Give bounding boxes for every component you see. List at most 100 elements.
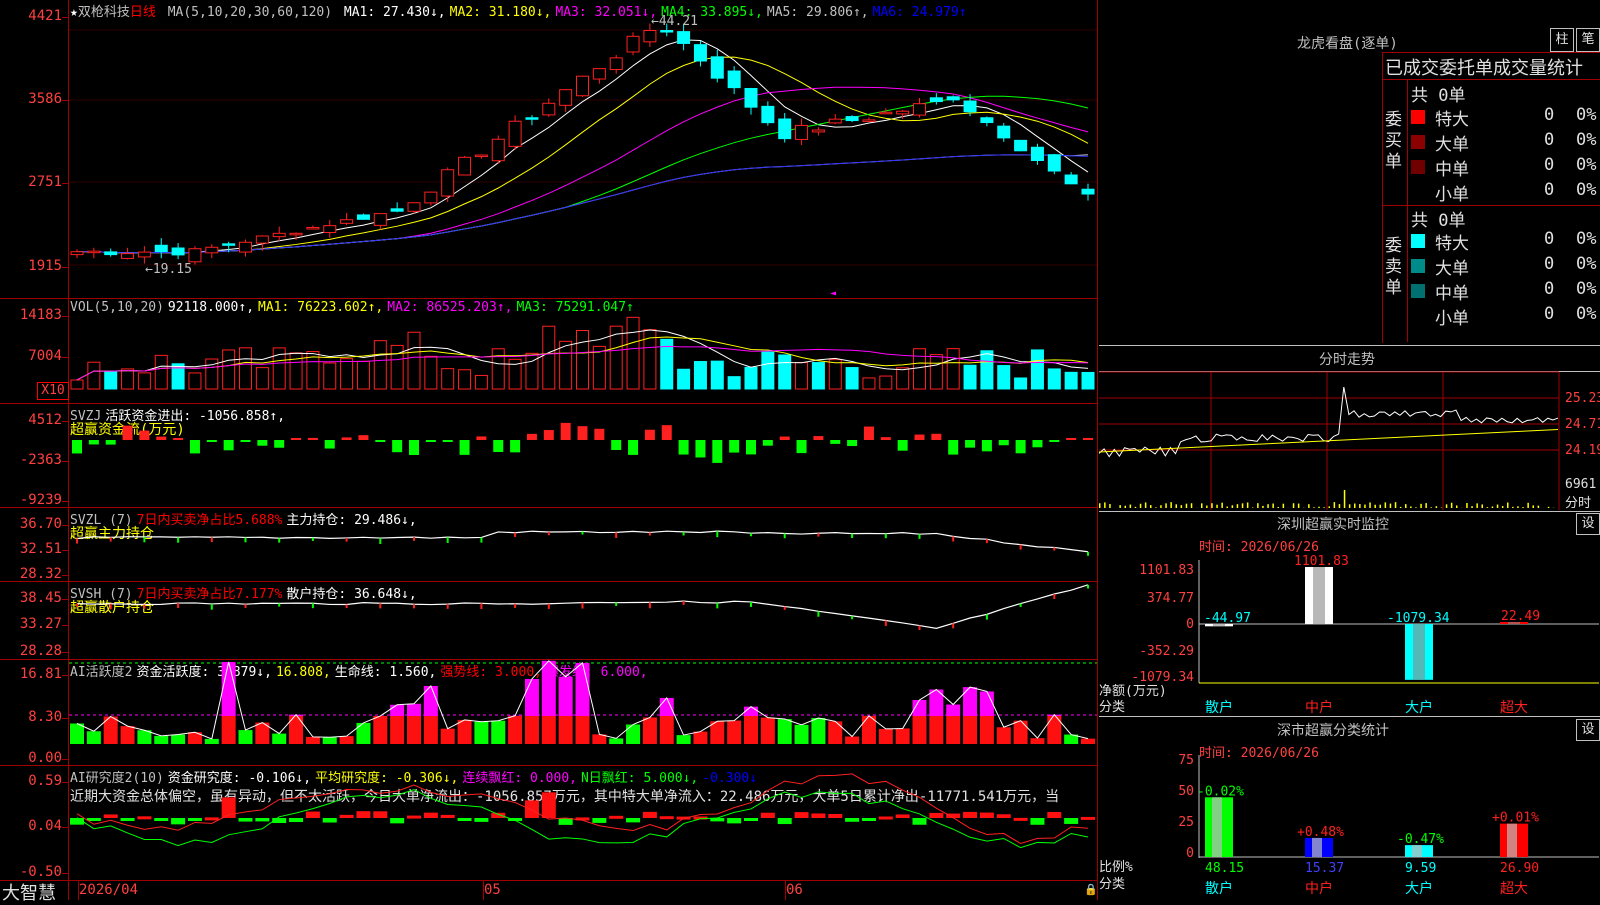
- candle-body: [155, 245, 167, 251]
- ai-bar-red: [660, 716, 674, 744]
- fenshi-vol-bar: [1262, 506, 1264, 508]
- ai-bar-red: [508, 716, 522, 744]
- svzl-chart[interactable]: [69, 508, 1097, 581]
- candle-body: [880, 112, 892, 114]
- buy-row-pct-3: 0%: [1576, 180, 1596, 200]
- vol-y-tickmark-0: [62, 316, 68, 317]
- fenshi-vol-bar: [1374, 505, 1376, 508]
- volume-bar: [829, 360, 841, 389]
- column-view-button[interactable]: 柱: [1550, 28, 1574, 52]
- svzj-bar: [915, 435, 925, 440]
- volume-bar: [964, 365, 976, 389]
- stat-category-1: 中户: [1305, 880, 1333, 897]
- chart-area[interactable]: ★双枪科技日线 MA(5,10,20,30,60,120) MA1: 27.43…: [0, 0, 1098, 900]
- buy-row-pct-0: 0%: [1576, 105, 1596, 125]
- ai-bar-red: [542, 716, 556, 744]
- ma-line-60: [77, 155, 1088, 253]
- svzj-bar: [729, 440, 739, 453]
- fenshi-vol-bar: [1272, 504, 1274, 508]
- svzj-chart[interactable]: [69, 404, 1097, 507]
- candle-body: [560, 90, 572, 106]
- svzj-bar: [780, 437, 790, 440]
- svzj-bar: [173, 438, 183, 440]
- monitor-tick-2: 0: [1186, 617, 1194, 632]
- fenshi-price-line: [1099, 387, 1558, 457]
- ai-bar: [896, 728, 910, 744]
- fenshi-vol-bar: [1497, 505, 1499, 508]
- ai-bar: [879, 729, 893, 744]
- candle-body: [240, 242, 252, 252]
- research-bar: [542, 792, 556, 818]
- fenshi-vol-bar: [1201, 503, 1203, 508]
- ai-active-chart[interactable]: [69, 660, 1097, 765]
- fenshi-vol-bar: [1135, 507, 1137, 508]
- svzj-bar: [948, 440, 958, 455]
- monitor-tick-0: 1101.83: [1139, 563, 1194, 578]
- fenshi-vol-bar: [1431, 507, 1433, 508]
- candle-body: [981, 118, 993, 123]
- monitor-bar-chart[interactable]: 1101.83374.770-352.29-1079.34-44.97散户110…: [1099, 555, 1600, 715]
- ai-y-tick-2: 0.00: [0, 750, 62, 766]
- lock-icon[interactable]: 🔒: [1084, 883, 1098, 896]
- volume-bar: [627, 317, 639, 389]
- monitor-value-0: -44.97: [1204, 611, 1251, 626]
- volume-bar: [374, 341, 386, 389]
- svsh-line-tick: [447, 604, 449, 609]
- svsh-chart[interactable]: [69, 582, 1097, 659]
- research-bar: [845, 818, 859, 822]
- sell-row-name-0: 特大: [1435, 229, 1469, 254]
- stat-settings-button[interactable]: 设: [1576, 719, 1600, 741]
- candle-body: [644, 31, 656, 42]
- ai-research-chart[interactable]: [69, 766, 1097, 880]
- fenshi-vol-bar: [1232, 505, 1234, 508]
- ai-bar: [845, 737, 859, 744]
- tick-view-button[interactable]: 笔: [1576, 28, 1600, 52]
- volume-bar: [357, 361, 369, 389]
- max-price-label: ←44.21: [651, 14, 698, 29]
- main-y-tickmark-1: [62, 100, 68, 101]
- candle-body: [745, 88, 757, 107]
- svzj-bar: [746, 440, 756, 454]
- research-bar: [643, 812, 657, 818]
- svzj-y-tick-2: -9239: [0, 492, 62, 508]
- candle-body: [206, 247, 218, 253]
- volume-bar: [678, 369, 690, 389]
- candle-body: [189, 249, 201, 262]
- svsh-line-tick: [919, 626, 921, 630]
- fenshi-vol-bar: [1155, 507, 1157, 508]
- fenshi-volume: 6961: [1565, 477, 1596, 492]
- stat-bar-shade-3: [1507, 824, 1517, 857]
- ai-bar-red: [390, 716, 404, 744]
- candle-body: [122, 254, 134, 259]
- svzl-y-tick-1: 32.51: [0, 541, 62, 557]
- svsh-y-tick-1: 33.27: [0, 616, 62, 632]
- intraday-chart[interactable]: [1099, 372, 1600, 510]
- fenshi-vol-bar: [1099, 503, 1101, 508]
- candle-body: [324, 226, 336, 233]
- kline-chart[interactable]: [69, 0, 1097, 298]
- monitor-tick-1: 374.77: [1147, 591, 1194, 606]
- svsh-line-tick: [346, 604, 348, 608]
- svzj-bar: [628, 440, 638, 455]
- fenshi-vol-bar: [1278, 507, 1280, 508]
- fenshi-vol-bar: [1191, 503, 1193, 508]
- fenshi-vol-bar: [1456, 505, 1458, 508]
- research-bar: [811, 813, 825, 818]
- fenshi-vol-bar: [1359, 504, 1361, 508]
- svzl-line-tick: [245, 537, 247, 542]
- buy-row-pct-1: 0%: [1576, 130, 1596, 150]
- ai-bar: [778, 719, 792, 744]
- date-label-may: 05: [484, 882, 501, 898]
- candle-body: [627, 36, 639, 52]
- research-bar: [474, 818, 488, 822]
- research-bar: [289, 818, 303, 822]
- fenshi-vol-bar: [1176, 504, 1178, 508]
- volume-chart[interactable]: [69, 299, 1097, 403]
- monitor-settings-button[interactable]: 设: [1576, 513, 1600, 535]
- svzj-bar: [156, 437, 166, 440]
- stat-bar-chart[interactable]: 7550250-0.02%48.15散户+0.48%15.37中户-0.47%9…: [1099, 755, 1600, 900]
- svsh-y-tickmark-1: [62, 625, 68, 626]
- ai-bar: [795, 725, 809, 744]
- svzj-bar: [847, 440, 857, 446]
- svzj-bar: [797, 440, 807, 453]
